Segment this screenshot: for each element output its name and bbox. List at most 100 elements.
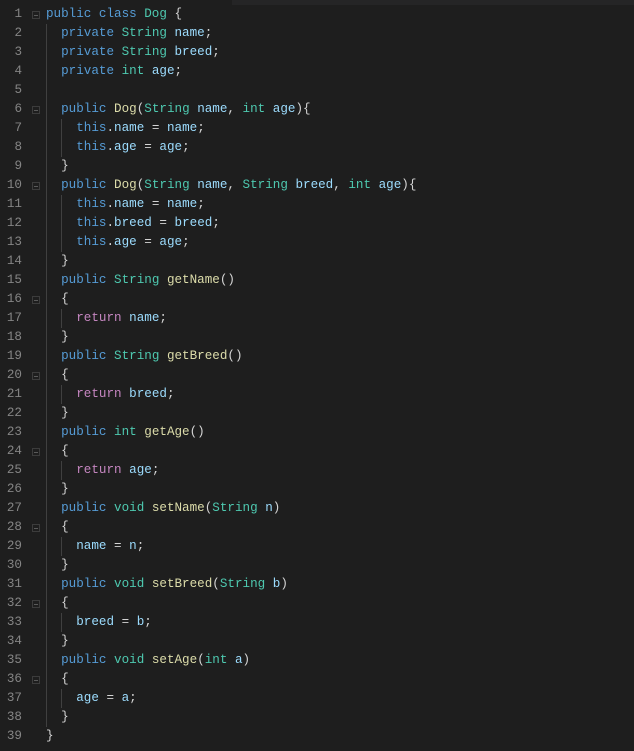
line-number: 14 (6, 254, 22, 268)
fold-collapse-icon[interactable] (32, 372, 40, 380)
code-line[interactable]: 20 { (0, 366, 634, 385)
token-keyword: public (61, 273, 115, 287)
code-line[interactable]: 27 public void setName(String n) (0, 499, 634, 518)
fold-collapse-icon[interactable] (32, 676, 40, 684)
token-keyword: public (61, 178, 115, 192)
token-identifier: age (114, 235, 137, 249)
code-line[interactable]: 4 private int age; (0, 62, 634, 81)
code-text: } (46, 157, 69, 176)
code-line[interactable]: 10 public Dog(String name, String breed,… (0, 176, 634, 195)
code-line[interactable]: 1 public class Dog { (0, 5, 634, 24)
code-text: breed = b; (46, 613, 152, 632)
code-text: public String getName() (46, 271, 235, 290)
token-type: Dog (144, 7, 167, 21)
token-function-name: getAge (144, 425, 190, 439)
line-number: 11 (6, 197, 22, 211)
token-keyword: public (61, 577, 115, 591)
code-text: public void setName(String n) (46, 499, 280, 518)
token-keyword: private (61, 45, 122, 59)
token-punctuation: ; (144, 615, 152, 629)
code-line[interactable]: 35 public void setAge(int a) (0, 651, 634, 670)
token-punctuation (46, 501, 61, 515)
token-function-name: Dog (114, 102, 137, 116)
code-line[interactable]: 21 return breed; (0, 385, 634, 404)
code-line[interactable]: 16 { (0, 290, 634, 309)
fold-collapse-icon[interactable] (32, 448, 40, 456)
code-line[interactable]: 8 this.age = age; (0, 138, 634, 157)
code-line[interactable]: 14 } (0, 252, 634, 271)
code-line[interactable]: 17 return name; (0, 309, 634, 328)
code-line[interactable]: 30 } (0, 556, 634, 575)
token-punctuation: { (46, 292, 69, 306)
token-punctuation: = (144, 197, 167, 211)
code-line[interactable]: 38 } (0, 708, 634, 727)
code-line[interactable]: 25 return age; (0, 461, 634, 480)
token-function-name: setName (151, 501, 205, 515)
line-number: 6 (14, 102, 22, 116)
token-identifier: age (378, 178, 402, 192)
code-editor[interactable]: 1 public class Dog {2 private String name… (0, 5, 634, 746)
fold-collapse-icon[interactable] (32, 106, 40, 114)
code-line[interactable]: 18 } (0, 328, 634, 347)
token-punctuation: () (219, 273, 235, 287)
code-line[interactable]: 39} (0, 727, 634, 746)
code-line[interactable]: 19 public String getBreed() (0, 347, 634, 366)
token-identifier: breed (174, 216, 213, 230)
code-text: public Dog(String name, String breed, in… (46, 176, 416, 195)
code-text: { (46, 518, 69, 537)
code-line[interactable]: 34 } (0, 632, 634, 651)
token-punctuation (46, 216, 76, 230)
fold-collapse-icon[interactable] (32, 11, 40, 19)
token-punctuation: ; (182, 235, 190, 249)
line-number: 30 (6, 558, 22, 572)
code-line[interactable]: 37 age = a; (0, 689, 634, 708)
token-function-name: Dog (114, 178, 137, 192)
token-punctuation: ){ (401, 178, 417, 192)
code-line[interactable]: 29 name = n; (0, 537, 634, 556)
fold-collapse-icon[interactable] (32, 182, 40, 190)
code-line[interactable]: 11 this.name = name; (0, 195, 634, 214)
code-line[interactable]: 6 public Dog(String name, int age){ (0, 100, 634, 119)
line-number: 19 (6, 349, 22, 363)
line-number: 2 (14, 26, 22, 40)
code-line[interactable]: 2 private String name; (0, 24, 634, 43)
code-line[interactable]: 31 public void setBreed(String b) (0, 575, 634, 594)
code-line[interactable]: 28 { (0, 518, 634, 537)
code-line[interactable]: 12 this.breed = breed; (0, 214, 634, 233)
line-number: 21 (6, 387, 22, 401)
code-line[interactable]: 23 public int getAge() (0, 423, 634, 442)
code-line[interactable]: 36 { (0, 670, 634, 689)
code-line[interactable]: 13 this.age = age; (0, 233, 634, 252)
code-line[interactable]: 15 public String getName() (0, 271, 634, 290)
code-line[interactable]: 24 { (0, 442, 634, 461)
token-keyword: public (61, 349, 115, 363)
fold-collapse-icon[interactable] (32, 296, 40, 304)
token-identifier: age (76, 691, 99, 705)
indent-guide (46, 81, 47, 100)
token-punctuation: () (227, 349, 243, 363)
code-line[interactable]: 33 breed = b; (0, 613, 634, 632)
code-text: } (46, 727, 54, 746)
line-number: 12 (6, 216, 22, 230)
code-line[interactable]: 9 } (0, 157, 634, 176)
code-text: public Dog(String name, int age){ (46, 100, 310, 119)
code-text: { (46, 594, 69, 613)
fold-collapse-icon[interactable] (32, 600, 40, 608)
code-line[interactable]: 32 { (0, 594, 634, 613)
token-punctuation (46, 387, 76, 401)
token-type: int (121, 64, 152, 78)
code-line[interactable]: 26 } (0, 480, 634, 499)
line-number: 29 (6, 539, 22, 553)
code-line[interactable]: 22 } (0, 404, 634, 423)
token-identifier: age (114, 140, 137, 154)
line-number: 33 (6, 615, 22, 629)
line-number: 3 (14, 45, 22, 59)
code-line[interactable]: 3 private String breed; (0, 43, 634, 62)
code-line[interactable]: 7 this.name = name; (0, 119, 634, 138)
token-punctuation: = (136, 235, 160, 249)
token-identifier: name (129, 311, 160, 325)
code-line[interactable]: 5 (0, 81, 634, 100)
code-text: public class Dog { (46, 5, 182, 24)
token-keyword: this (76, 197, 107, 211)
fold-collapse-icon[interactable] (32, 524, 40, 532)
